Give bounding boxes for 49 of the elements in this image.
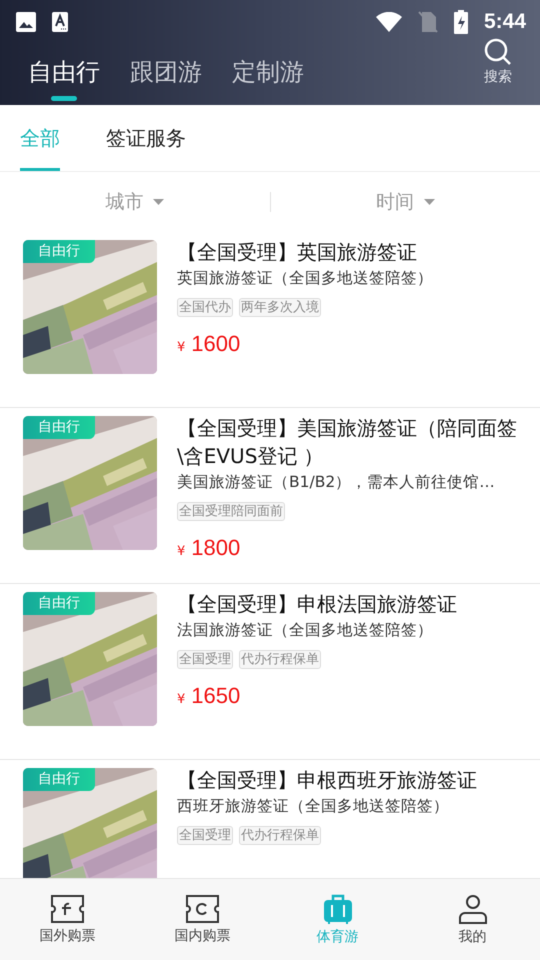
product-title: 【全国受理】申根西班牙旅游签证 [177, 767, 478, 794]
feature-tag: 全国受理 [177, 826, 233, 845]
product-title: 【全国受理】申根法国旅游签证 [177, 591, 458, 618]
price: 1650 [191, 683, 240, 709]
product-title: 【全国受理】美国旅游签证（陪同面签\含EVUS登记 ） [177, 415, 518, 470]
nav-tab[interactable]: 国内购票 [135, 879, 270, 960]
price: 1800 [191, 535, 240, 561]
search-icon [484, 38, 512, 66]
currency-sign: ¥ [177, 692, 186, 707]
clock-time: 5:44 [484, 10, 526, 34]
ticket-icon [186, 894, 219, 922]
feature-tag: 两年多次入境 [239, 298, 321, 317]
category-tab[interactable]: 跟团游 [130, 44, 202, 101]
product-card[interactable]: 自由行 【全国受理】申根法国旅游签证 法国旅游签证（全国多地送签陪签） 全国受理 代办行程保单 ¥ 1650 [0, 584, 540, 760]
font-icon [52, 12, 68, 32]
currency-sign: ¥ [177, 340, 186, 355]
feature-tag: 代办行程保单 [239, 650, 321, 669]
category-tab[interactable]: 定制游 [232, 44, 304, 101]
product-subtitle: 美国旅游签证（B1/B2），需本人前往使馆… [177, 472, 496, 493]
search-button[interactable]: 搜索 [484, 38, 512, 86]
category-badge: 自由行 [23, 768, 95, 791]
battery-icon [454, 10, 468, 34]
feature-tag: 代办行程保单 [239, 826, 321, 845]
caret-icon [424, 199, 435, 205]
product-card[interactable]: 自由行 【全国受理】英国旅游签证 英国旅游签证（全国多地送签陪签） 全国代办 两年多次入境 ¥ 1600 [0, 232, 540, 408]
no-sim-icon [418, 11, 438, 33]
feature-tag: 全国受理陪同面前 [177, 502, 285, 521]
caret-icon [153, 199, 164, 205]
suitcase-icon [322, 894, 352, 924]
nav-tab[interactable]: 我的 [405, 879, 540, 960]
feature-tag: 全国代办 [177, 298, 233, 317]
filter-tab[interactable]: 签证服务 [106, 105, 186, 171]
feature-tag: 全国受理 [177, 650, 233, 669]
product-subtitle: 法国旅游签证（全国多地送签陪签） [177, 620, 434, 641]
image-icon [16, 12, 36, 32]
person-icon [458, 894, 488, 924]
wifi-icon [376, 12, 402, 32]
ticket-icon [51, 894, 84, 922]
currency-sign: ¥ [177, 544, 186, 559]
product-title: 【全国受理】英国旅游签证 [177, 239, 418, 266]
category-tab[interactable]: 自由行 [28, 44, 100, 101]
price: 1600 [191, 331, 240, 357]
nav-tab[interactable]: 国外购票 [0, 879, 135, 960]
product-subtitle: 英国旅游签证（全国多地送签陪签） [177, 268, 434, 289]
category-badge: 自由行 [23, 592, 95, 615]
category-badge: 自由行 [23, 416, 95, 439]
product-card[interactable]: 自由行 【全国受理】美国旅游签证（陪同面签\含EVUS登记 ） 美国旅游签证（B1/B2），需本人前往使馆… 全国受理陪同面前 ¥ 1800 [0, 408, 540, 584]
product-subtitle: 西班牙旅游签证（全国多地送签陪签） [177, 796, 450, 817]
category-badge: 自由行 [23, 240, 95, 263]
